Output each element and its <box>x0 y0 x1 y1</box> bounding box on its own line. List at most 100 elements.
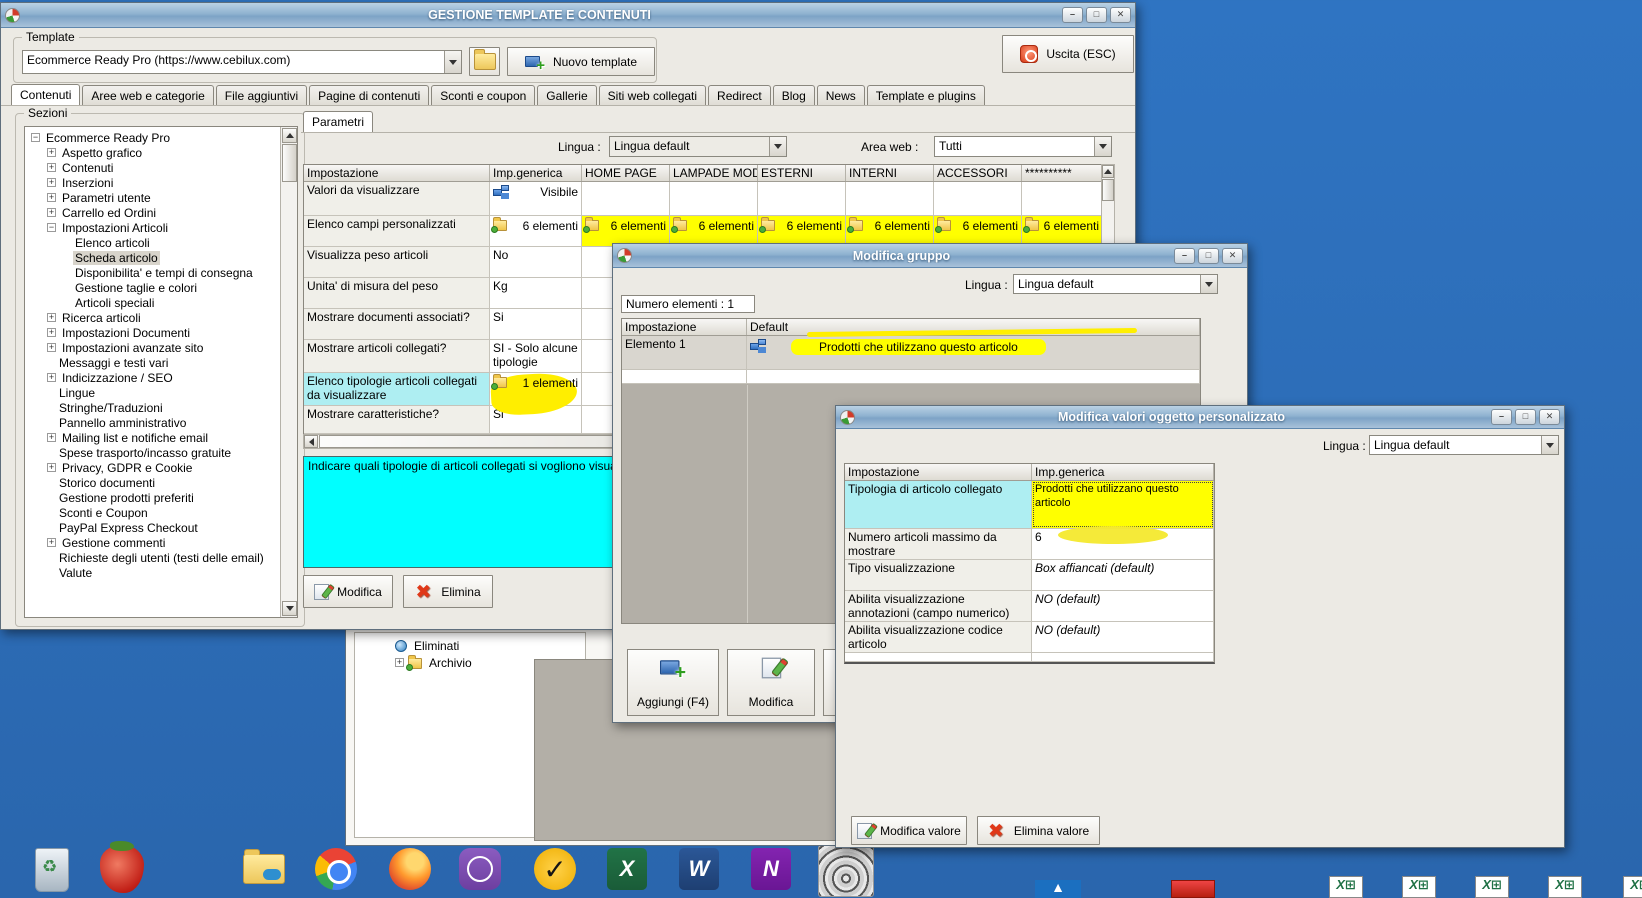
desktop-icon-onenote[interactable] <box>741 848 801 898</box>
modifica-valore-button[interactable]: Modifica valore <box>851 816 967 845</box>
desktop-icon-chrome[interactable] <box>306 848 366 898</box>
grid-row-generic-value[interactable]: SI - Solo alcune tipologie <box>490 340 582 372</box>
scroll-up-icon[interactable] <box>282 128 297 143</box>
desktop-icon-excel-file[interactable] <box>1610 876 1642 898</box>
grid-column-header[interactable]: ********** <box>1022 165 1103 181</box>
elimina-valore-button[interactable]: Elimina valore <box>977 816 1100 845</box>
minimize-icon[interactable] <box>1062 7 1083 23</box>
valori-row[interactable]: Tipo visualizzazione Box affiancati (defa… <box>845 560 1214 591</box>
expand-plus-icon[interactable]: + <box>47 313 56 322</box>
grid-column-header[interactable]: HOME PAGE <box>582 165 670 181</box>
new-template-button[interactable]: Nuovo template <box>507 47 655 76</box>
close-icon[interactable] <box>1222 247 1243 264</box>
grid-cell[interactable]: 6 elementi <box>1022 216 1103 246</box>
chevron-down-icon[interactable] <box>1094 137 1111 156</box>
maximize-icon[interactable] <box>1515 409 1536 425</box>
tree-item[interactable]: + Parametri utente <box>27 190 279 205</box>
aggiungi-button[interactable]: Aggiungi (F4) <box>627 649 719 716</box>
chevron-down-icon[interactable] <box>444 51 461 73</box>
valori-row[interactable]: Tipologia di articolo collegato Prodotti … <box>845 481 1214 544</box>
scroll-left-icon[interactable] <box>304 435 318 448</box>
grid-cell[interactable] <box>1022 182 1103 215</box>
minimize-icon[interactable] <box>1491 409 1512 425</box>
tree-item[interactable]: + Carrello ed Ordini <box>27 205 279 220</box>
expand-plus-icon[interactable]: + <box>47 163 56 172</box>
tree-item[interactable]: Sconti e Coupon <box>27 505 279 520</box>
grid-cell[interactable]: 6 elementi <box>670 216 758 246</box>
tree-item[interactable]: Storico documenti <box>27 475 279 490</box>
scroll-down-icon[interactable] <box>282 601 297 616</box>
tree-item[interactable]: Lingue <box>27 385 279 400</box>
desktop-icon-word[interactable] <box>669 848 729 898</box>
tree-item[interactable]: + Aspetto grafico <box>27 145 279 160</box>
desktop-icon-cloud-folder[interactable] <box>234 846 294 898</box>
valori-col-generica[interactable]: Imp.generica <box>1032 464 1214 480</box>
expand-plus-icon[interactable]: + <box>47 193 56 202</box>
tab-contenuti[interactable]: Contenuti <box>11 84 81 106</box>
gruppo-titlebar[interactable]: Modifica gruppo <box>613 244 1247 268</box>
desktop-icon-strawberry-photo[interactable] <box>92 841 152 898</box>
tab-parametri[interactable]: Parametri <box>303 111 374 132</box>
grid-cell[interactable] <box>934 182 1022 215</box>
tree-item[interactable]: + Gestione commenti <box>27 535 279 550</box>
tab-redirect[interactable]: Redirect <box>708 85 771 105</box>
chevron-down-icon[interactable] <box>1200 275 1217 293</box>
desktop-icon-norton[interactable] <box>525 848 585 898</box>
grid-column-header[interactable]: ESTERNI <box>758 165 846 181</box>
valori-col-impostazione[interactable]: Impostazione <box>845 464 1032 480</box>
tree-item[interactable]: Stringhe/Traduzioni <box>27 400 279 415</box>
expand-plus-icon[interactable]: + <box>47 463 56 472</box>
tree-item[interactable]: Scheda articolo <box>27 250 279 265</box>
gruppo-col-impostazione[interactable]: Impostazione <box>622 319 747 335</box>
chevron-down-icon[interactable] <box>769 137 786 156</box>
grid-cell[interactable]: 6 elementi <box>846 216 934 246</box>
expand-plus-icon[interactable]: + <box>47 373 56 382</box>
valori-row-value[interactable]: Box affiancati (default) <box>1032 560 1214 590</box>
lingua-select[interactable]: Lingua default <box>609 136 787 157</box>
grid-cell[interactable]: 6 elementi <box>934 216 1022 246</box>
valori-row-value[interactable]: NO (default) <box>1032 622 1214 652</box>
tree-item[interactable]: Articoli speciali <box>27 295 279 310</box>
tree-item[interactable]: Messaggi e testi vari <box>27 355 279 370</box>
tree-item[interactable]: + Impostazioni avanzate sito <box>27 340 279 355</box>
tree-item[interactable]: PayPal Express Checkout <box>27 520 279 535</box>
modifica-gruppo-button[interactable]: Modifica <box>727 649 815 716</box>
maximize-icon[interactable] <box>1086 7 1107 23</box>
desktop-icon-excel-file[interactable] <box>1316 876 1376 898</box>
expand-plus-icon[interactable]: + <box>47 148 56 157</box>
tab-aree-web-e-categorie[interactable]: Aree web e categorie <box>82 85 214 105</box>
tree-item[interactable]: Richieste degli utenti (testi delle emai… <box>27 550 279 565</box>
collapse-minus-icon[interactable]: − <box>47 223 56 232</box>
valori-titlebar[interactable]: Modifica valori oggetto personalizzato <box>836 406 1564 429</box>
tree-item[interactable]: + Mailing list e notifiche email <box>27 430 279 445</box>
grid-column-header[interactable]: INTERNI <box>846 165 934 181</box>
desktop-icon-excel-file[interactable] <box>1462 876 1522 898</box>
open-folder-button[interactable] <box>469 47 500 76</box>
exit-button[interactable]: Uscita (ESC) <box>1002 35 1134 73</box>
grid-cell[interactable]: 6 elementi <box>582 216 670 246</box>
grid-row-generic-value[interactable]: 6 elementi <box>490 216 582 246</box>
main-titlebar[interactable]: GESTIONE TEMPLATE E CONTENUTI <box>1 3 1135 28</box>
grid-row-generic-value[interactable]: No <box>490 247 582 277</box>
valori-row-value[interactable]: Prodotti che utilizzano questo articolo <box>1032 481 1214 544</box>
tab-news[interactable]: News <box>816 85 865 105</box>
tree-item[interactable]: − Impostazioni Articoli <box>27 220 279 235</box>
valori-row[interactable]: Abilita visualizzazione annotazioni (cam… <box>845 591 1214 622</box>
tree-item[interactable]: + Inserzioni <box>27 175 279 190</box>
modifica-button[interactable]: Modifica <box>303 575 393 608</box>
tab-blog[interactable]: Blog <box>772 85 815 105</box>
desktop-icon-viber[interactable] <box>450 848 510 898</box>
tree-item[interactable]: Valute <box>27 565 279 580</box>
grid-column-header[interactable]: ACCESSORI <box>934 165 1022 181</box>
expand-plus-icon[interactable]: + <box>395 658 404 667</box>
gruppo-row[interactable]: Elemento 1 Prodotti che utilizzano quest… <box>622 327 1200 370</box>
grid-cell[interactable] <box>670 182 758 215</box>
template-select[interactable]: Ecommerce Ready Pro (https://www.cebilux… <box>22 50 462 74</box>
desktop-icon-blue-star[interactable] <box>1028 880 1088 898</box>
area-web-select[interactable]: Tutti <box>934 136 1112 157</box>
expand-plus-icon[interactable]: + <box>47 538 56 547</box>
scroll-up-icon[interactable] <box>1102 165 1114 178</box>
close-icon[interactable] <box>1539 409 1560 425</box>
tree-scroll-thumb[interactable] <box>282 144 297 182</box>
grid-row-generic-value[interactable]: Kg <box>490 278 582 308</box>
